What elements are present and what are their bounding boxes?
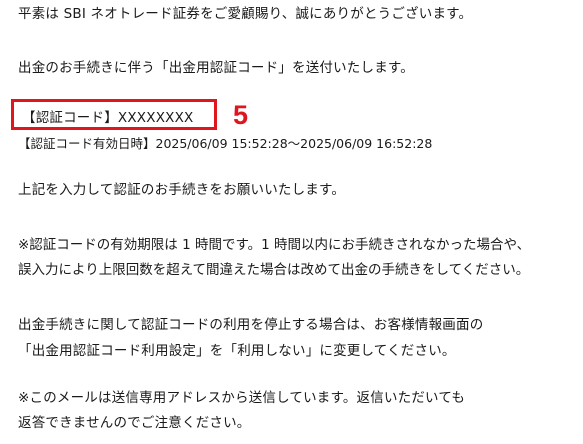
expiry-note-line-2: 誤入力により上限回数を超えて間違えた場合は改めて出金の手続きをしてください。 — [18, 262, 530, 278]
intro-text: 出金のお手続きに伴う「出金用認証コード」を送付いたします。 — [18, 60, 414, 76]
send-only-note-line-1: ※このメールは送信専用アドレスから送信しています。返信いただいても — [18, 390, 466, 406]
step-number-annotation: 5 — [233, 100, 249, 130]
greeting-text: 平素は SBI ネオトレード証券をご愛顧賜り、誠にありがとうございます。 — [18, 6, 473, 22]
instruction-text: 上記を入力して認証のお手続きをお願いいたします。 — [18, 182, 346, 198]
expiry-note-line-1: ※認証コードの有効期限は 1 時間です。1 時間以内にお手続きされなかった場合や… — [18, 237, 531, 253]
settings-note-line-1: 出金手続きに関して認証コードの利用を停止する場合は、お客様情報画面の — [18, 317, 484, 333]
email-body: 平素は SBI ネオトレード証券をご愛顧賜り、誠にありがとうございます。 出金の… — [0, 0, 583, 444]
auth-code-validity-text: 【認証コード有効日時】2025/06/09 15:52:28〜2025/06/0… — [18, 136, 433, 151]
send-only-note-line-2: 返答できませんのでご注意ください。 — [18, 415, 251, 431]
auth-code-highlight-box — [11, 99, 217, 130]
settings-note-line-2: 「出金用認証コード利用設定」を「利用しない」に変更してください。 — [18, 343, 456, 359]
